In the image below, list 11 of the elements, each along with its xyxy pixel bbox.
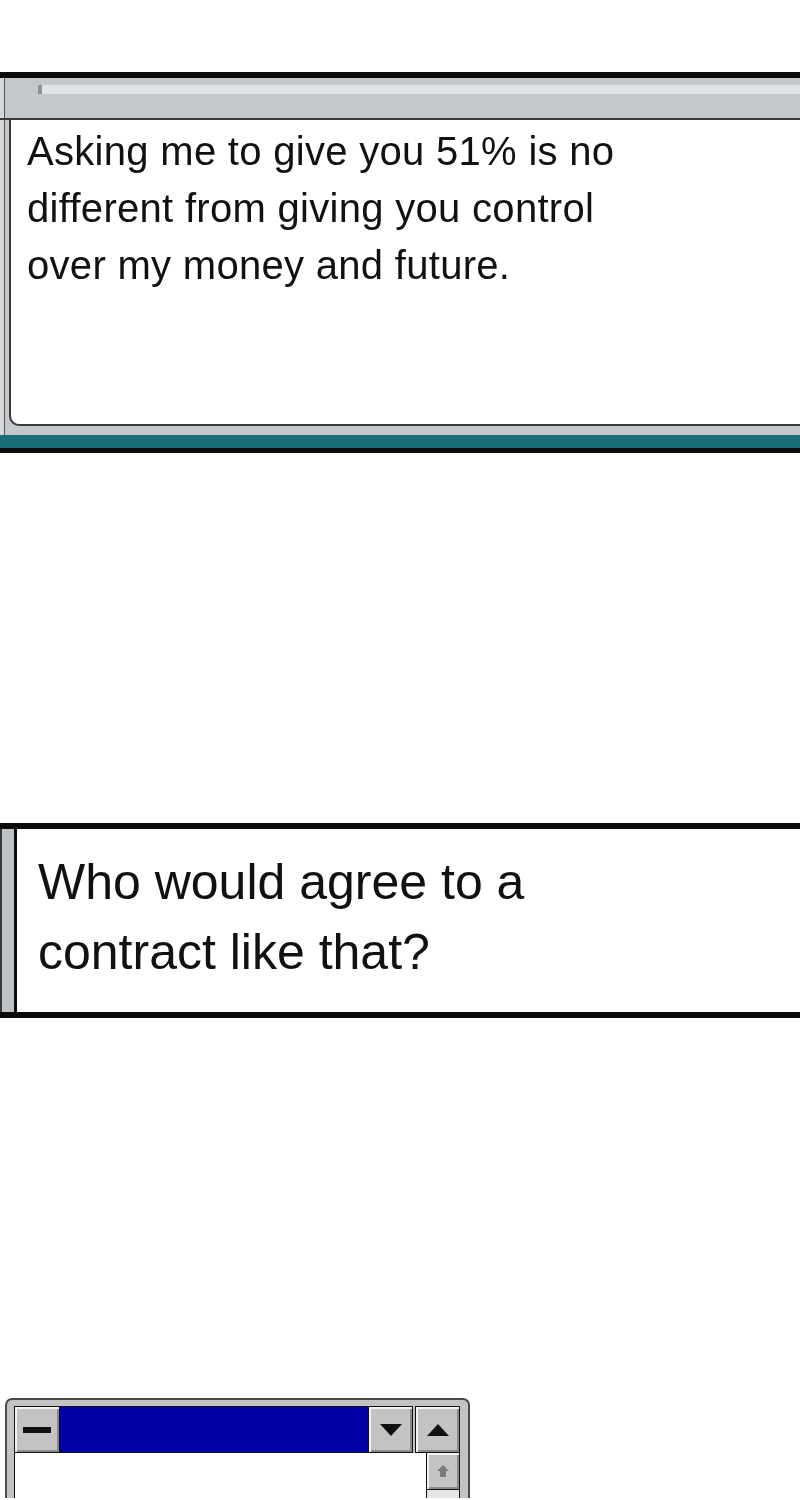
down-triangle-icon	[379, 1423, 402, 1436]
up-arrow-icon	[437, 1465, 449, 1477]
up-triangle-icon	[426, 1423, 449, 1436]
minus-icon	[23, 1426, 51, 1433]
scrollbar[interactable]	[426, 1453, 459, 1498]
minimize-button[interactable]	[368, 1406, 413, 1453]
maximize-button[interactable]	[415, 1406, 460, 1453]
window-menu-button[interactable]	[14, 1406, 60, 1453]
message-text: Who would agree to a contract like that?	[38, 853, 525, 982]
scroll-up-button[interactable]	[427, 1453, 459, 1490]
message-text: Asking me to give you 51% is no different from giving you control over my money and future.	[27, 128, 615, 289]
